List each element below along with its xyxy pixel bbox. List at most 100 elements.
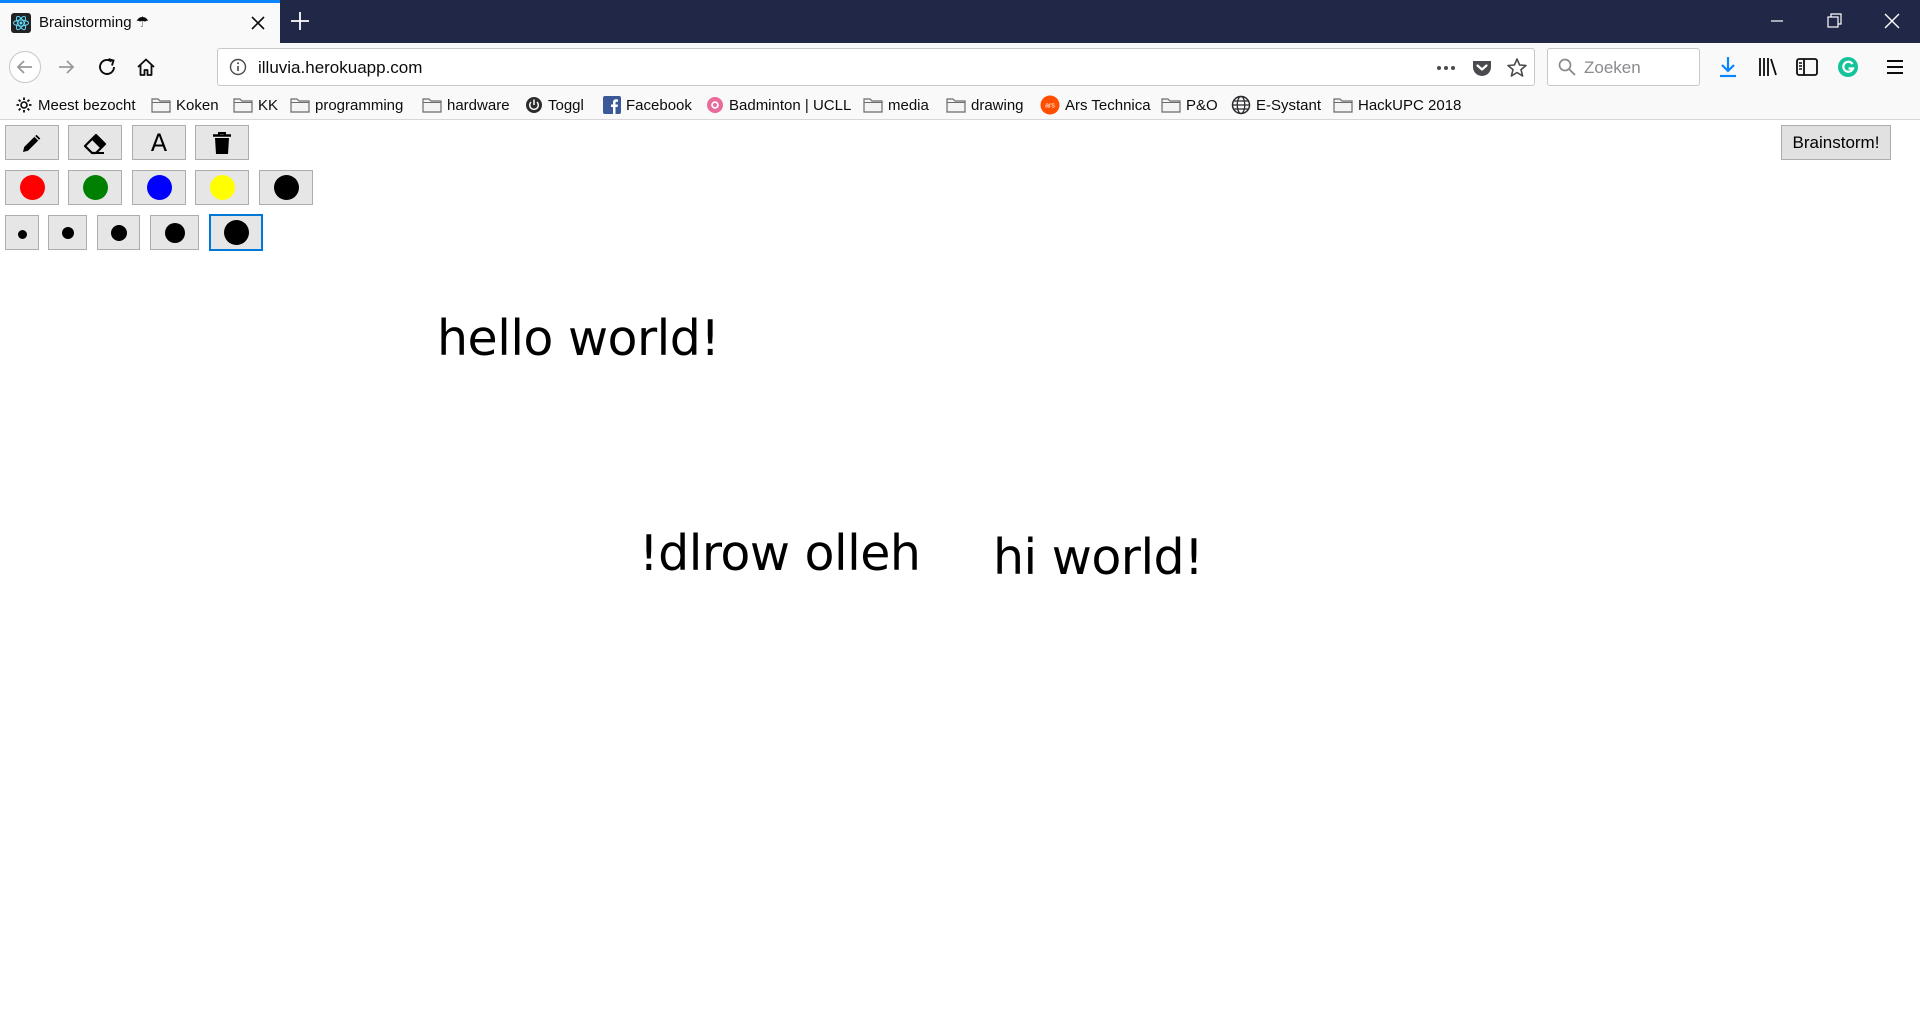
bookmark-folder-p-and-o[interactable]: P&O [1161,94,1218,116]
canvas-note[interactable]: !dlrow olleh [639,525,921,582]
bookmark-label: KK [258,96,279,114]
ars-icon: ars [1040,95,1060,115]
site-info-icon[interactable] [228,57,248,77]
library-icon[interactable] [1755,54,1781,80]
tab-title: Brainstorming ☂ [39,14,150,31]
folder-icon [233,98,253,113]
toggl-icon [526,97,542,113]
bookmark-e-systant[interactable]: E-Systant [1231,94,1321,116]
folder-icon [1161,98,1181,113]
grammarly-icon[interactable] [1835,54,1861,80]
canvas-note[interactable]: hi world! [993,529,1204,586]
back-button[interactable] [9,51,41,83]
folder-icon [863,98,883,113]
brush-size-4-button[interactable] [150,215,199,250]
color-red-button[interactable] [5,170,59,205]
tab-brainstorming[interactable]: Brainstorming ☂ [0,0,280,43]
brush-size-3-button[interactable] [97,215,140,250]
color-black-button[interactable] [259,170,313,205]
home-button[interactable] [132,53,160,81]
facebook-icon [603,96,621,114]
color-swatch-green [82,175,108,200]
color-green-button[interactable] [68,170,122,205]
reload-button[interactable] [93,53,121,81]
bookmark-folder-media[interactable]: media [863,94,929,116]
brush-size-dot [17,229,27,239]
bookmark-label: hardware [447,96,510,114]
bookmark-folder-kk[interactable]: KK [233,94,278,116]
forward-button[interactable] [52,53,80,81]
pencil-icon [23,134,41,152]
pocket-icon[interactable] [1470,56,1494,80]
brush-size-1-button[interactable] [5,215,39,250]
bookmark-label: Koken [176,96,219,114]
color-blue-button[interactable] [132,170,186,205]
bookmark-folder-hardware[interactable]: hardware [422,94,510,116]
react-favicon-icon [11,13,31,33]
reload-icon [99,58,115,75]
bookmark-label: Facebook [626,96,692,114]
canvas-note[interactable]: hello world! [437,310,720,367]
color-swatch-blue [146,175,172,200]
bookmark-label: HackUPC 2018 [1358,96,1462,114]
eraser-icon [83,133,107,154]
folder-icon [151,98,171,113]
bookmarks-bar: Meest bezocht Koken KK programming hardw… [0,91,1920,120]
url-text[interactable]: illuvia.herokuapp.com [258,58,422,78]
bookmark-toggl[interactable]: Toggl [525,94,584,116]
bookmark-facebook[interactable]: Facebook [603,94,692,116]
bookmark-ars-technica[interactable]: ars Ars Technica [1040,94,1151,116]
pencil-tool-button[interactable] [5,125,59,160]
restore-icon[interactable] [1822,9,1846,33]
bookmark-folder-drawing[interactable]: drawing [946,94,1024,116]
trash-icon [213,131,231,154]
title-bar: Brainstorming ☂ [0,0,1920,43]
bookmark-label: programming [315,96,404,114]
text-tool-button[interactable]: A [132,125,186,160]
bookmark-folder-programming[interactable]: programming [290,94,403,116]
ars-icon-text: ars [1045,103,1055,110]
sidebar-toggle-icon[interactable] [1794,54,1820,80]
url-bar[interactable]: illuvia.herokuapp.com [217,48,1535,86]
search-bar[interactable] [1547,48,1700,86]
bookmark-label: drawing [971,96,1024,114]
folder-icon [946,98,966,113]
minimize-icon[interactable] [1765,9,1789,33]
folder-icon [1333,98,1353,113]
bookmark-label: Badminton | UCLL [729,96,852,114]
brainstorm-button[interactable]: Brainstorm! [1781,125,1891,160]
forward-arrow-icon [59,60,75,74]
brush-size-2-button[interactable] [48,215,87,250]
delete-tool-button[interactable] [195,125,249,160]
badminton-icon [707,97,723,113]
color-yellow-button[interactable] [195,170,249,205]
search-input[interactable] [1584,57,1694,79]
bookmark-label: E-Systant [1256,96,1322,114]
gear-icon [16,97,32,113]
bookmark-folder-koken[interactable]: Koken [151,94,219,116]
page-actions-icon[interactable] [1434,56,1458,80]
bookmark-folder-hackupc-2018[interactable]: HackUPC 2018 [1333,94,1461,116]
back-arrow-icon [16,60,32,74]
bookmark-star-icon[interactable] [1505,56,1529,80]
bookmark-meest-bezocht[interactable]: Meest bezocht [15,94,136,116]
bookmark-label: Meest bezocht [38,96,136,114]
brush-size-5-button[interactable] [209,214,263,251]
home-icon [137,58,155,76]
bookmark-badminton-ucll[interactable]: Badminton | UCLL [706,94,851,116]
brush-size-dot [110,224,127,241]
color-swatch-red [19,175,45,200]
color-swatch-yellow [209,175,235,200]
download-icon[interactable] [1715,54,1741,80]
folder-icon [290,98,310,113]
new-tab-icon[interactable] [288,9,312,33]
nav-bar: illuvia.herokuapp.com [0,43,1920,91]
bookmark-label: media [888,96,929,114]
eraser-tool-button[interactable] [68,125,122,160]
tab-close-icon[interactable] [248,13,268,33]
bookmark-label: Ars Technica [1065,96,1151,114]
hamburger-menu-icon[interactable] [1882,54,1908,80]
brainstorm-canvas[interactable]: A Brainstorm! hello world! !dlrow olleh … [0,121,1920,1030]
search-icon [1558,58,1576,76]
close-window-icon[interactable] [1880,9,1904,33]
